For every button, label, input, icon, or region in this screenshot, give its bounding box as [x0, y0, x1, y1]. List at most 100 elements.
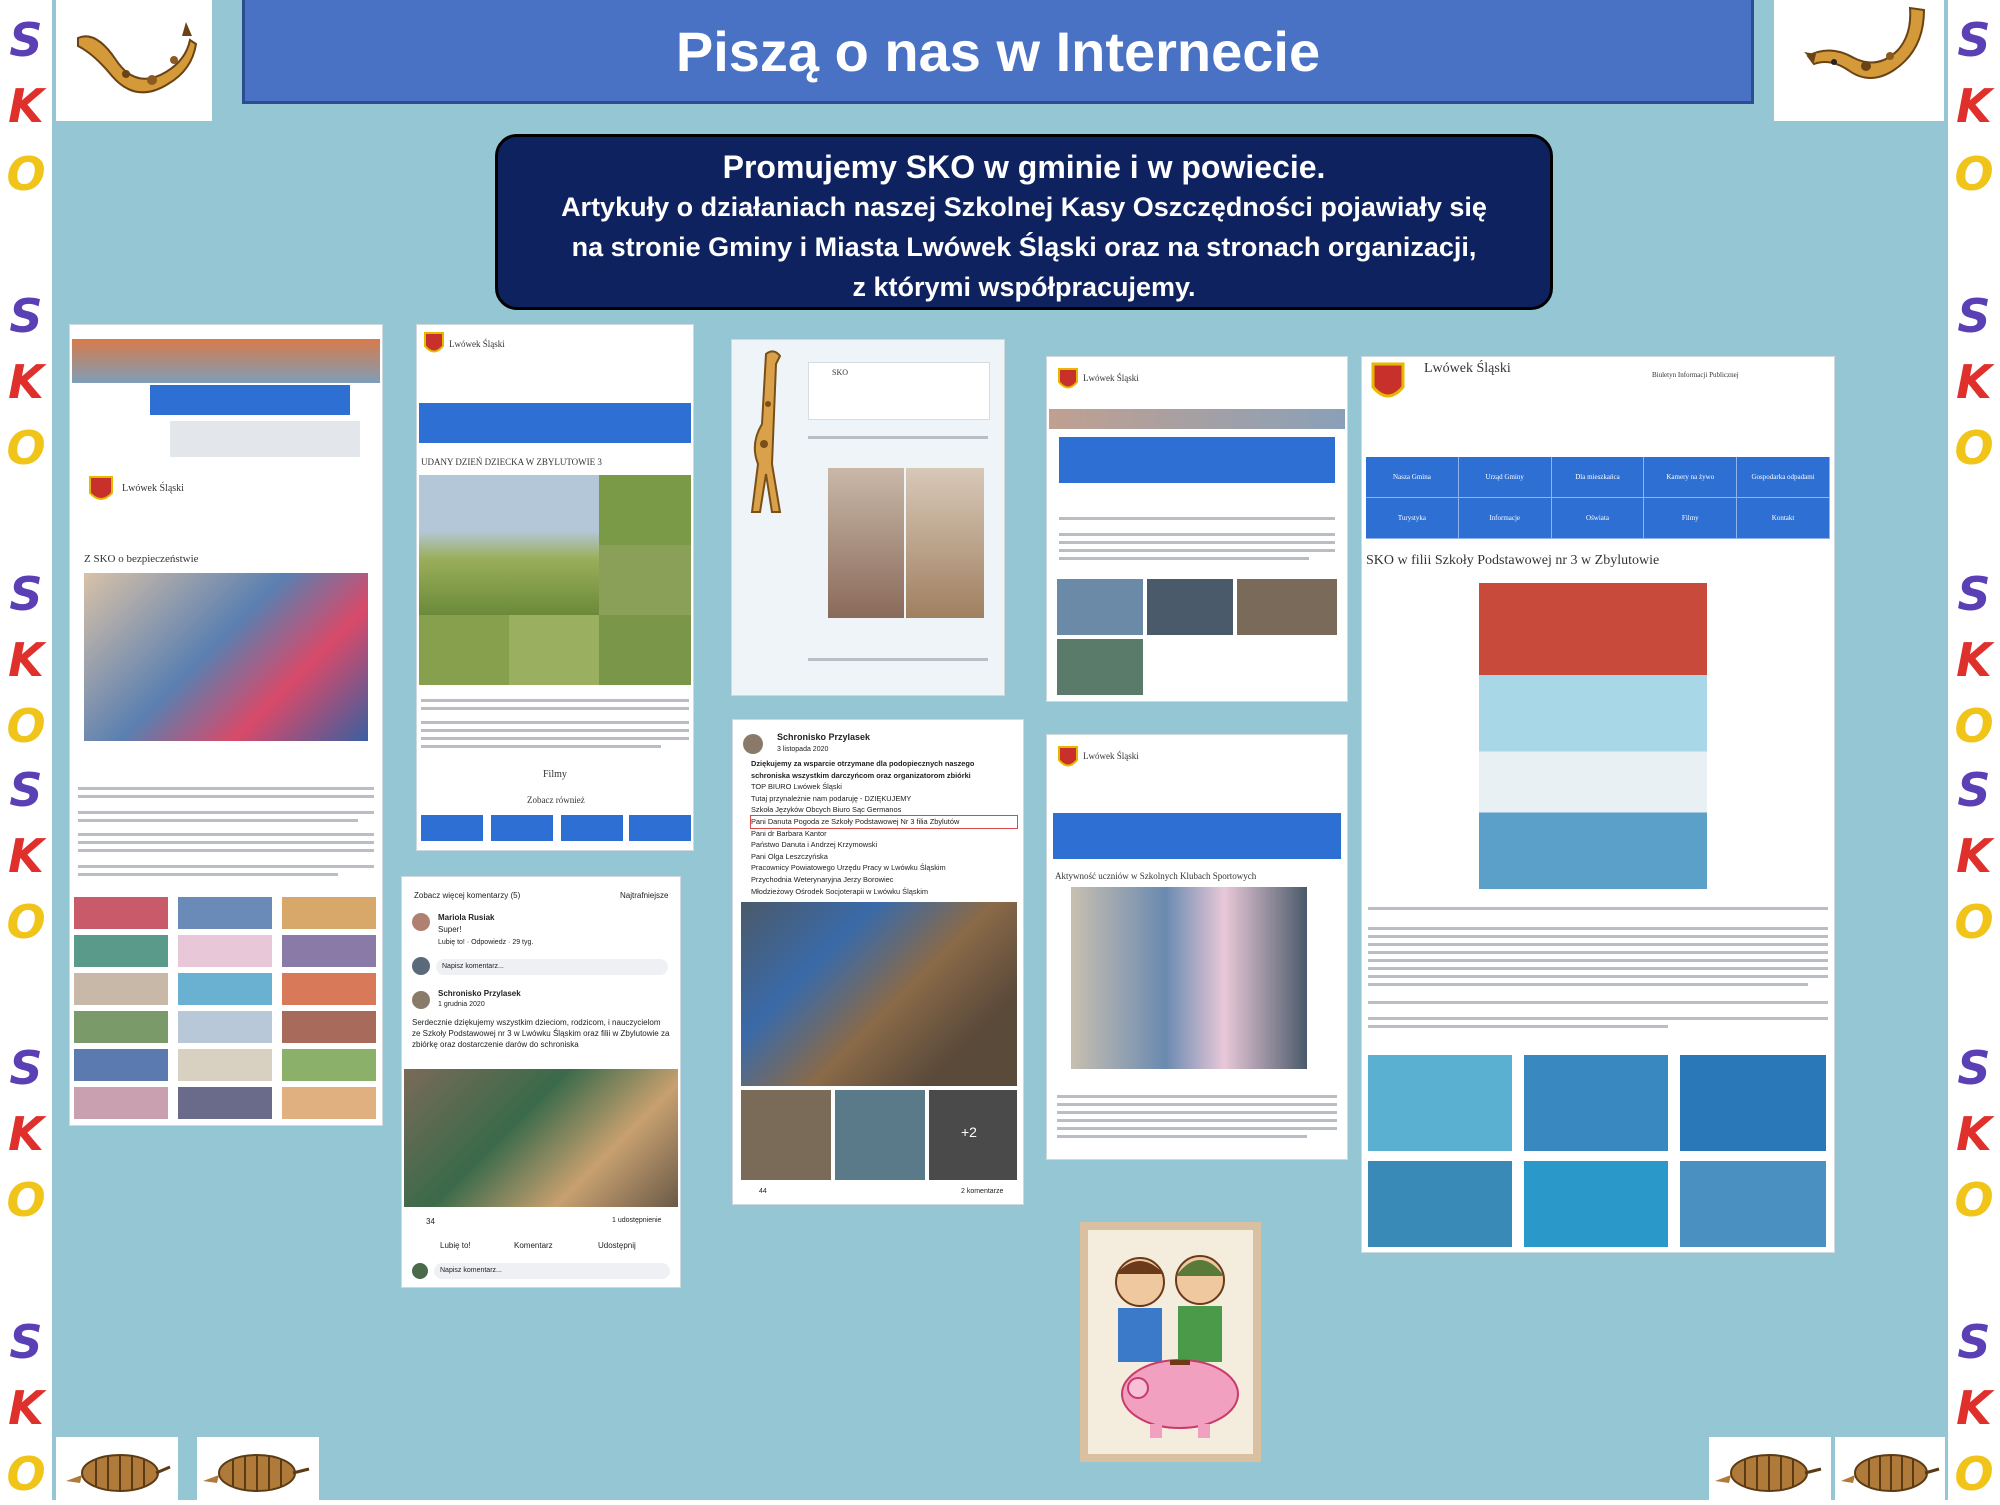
kids-photo — [599, 475, 691, 545]
text-line — [1368, 967, 1828, 970]
gallery-thumbnail[interactable] — [74, 1049, 168, 1081]
gallery-thumbnail[interactable] — [178, 973, 272, 1005]
pool-photo — [1524, 1161, 1668, 1247]
kids-photo — [599, 615, 691, 685]
article-heading: Z SKO o bezpieczeństwie — [84, 553, 199, 565]
article-screenshot-2: Lwówek Śląski UDANY DZIEŃ DZIECKA W ZBYL… — [417, 325, 693, 850]
article-screenshot-1: Lwówek Śląski Z SKO o bezpieczeństwie — [70, 325, 382, 1125]
post-line: Szkoła Języków Obcych Biuro Sąc Germanos — [751, 805, 902, 815]
gallery-thumbnail[interactable] — [282, 1087, 376, 1119]
text-line — [78, 849, 374, 852]
nav-item[interactable]: Gospodarka odpadami — [1737, 457, 1830, 498]
post-line: Młodzieżowy Ośrodek Socjoterapii w Lwówk… — [751, 886, 929, 896]
side-letter: K — [1956, 829, 1992, 883]
gallery-thumbnail[interactable] — [74, 973, 168, 1005]
pool-photo — [1680, 1055, 1826, 1151]
nav-item[interactable]: Kamery na żywo — [1644, 457, 1738, 498]
text-line — [1059, 557, 1309, 560]
side-letter: K — [8, 1107, 44, 1161]
gallery-thumbnail[interactable] — [282, 1011, 376, 1043]
gallery-thumbnail[interactable] — [178, 1087, 272, 1119]
nav-item[interactable]: Urząd Gminy — [1458, 457, 1552, 498]
post-line: Państwo Danuta i Andrzej Krzymowski — [751, 840, 878, 850]
gallery-thumbnail[interactable] — [178, 897, 272, 929]
text-line — [1057, 1111, 1337, 1114]
side-letter: S — [1957, 289, 1991, 343]
nav-item[interactable]: Dla mieszkańca — [1551, 457, 1645, 498]
text-line — [1368, 959, 1828, 962]
side-letter: O — [1954, 1173, 1994, 1227]
nav-item[interactable]: Filmy — [1644, 498, 1738, 539]
gallery-thumbnail[interactable] — [74, 1011, 168, 1043]
like-count: 44 — [759, 1188, 767, 1195]
post-text: Dziękujemy za wsparcie otrzymane dla pod… — [750, 758, 1018, 897]
related-card[interactable] — [561, 815, 623, 841]
side-letter: S — [1957, 763, 1991, 817]
tower-photo — [419, 475, 599, 615]
nav-item[interactable]: Nasza Gmina — [1366, 457, 1459, 498]
side-letter: S — [1957, 1315, 1991, 1369]
pool-photo — [1368, 1161, 1512, 1247]
gallery-thumbnail[interactable] — [74, 1087, 168, 1119]
armadillo-icon — [1841, 1454, 1940, 1492]
side-letter: S — [1957, 567, 1991, 621]
post-line: Tutaj przynależnie nam podaruję - DZIĘKU… — [751, 793, 912, 803]
side-letter: S — [9, 1315, 43, 1369]
coat-of-arms-icon — [424, 332, 444, 353]
gallery-thumbnail[interactable] — [282, 897, 376, 929]
side-letter: K — [8, 633, 44, 687]
post-line: Pani Olga Leszczyńska — [751, 851, 828, 861]
text-line — [1057, 1095, 1337, 1098]
comment-button[interactable]: Komentarz — [514, 1241, 553, 1250]
gallery-thumbnail[interactable] — [178, 1049, 272, 1081]
text-line — [1059, 549, 1335, 552]
nav-item[interactable]: Oświata — [1551, 498, 1645, 539]
text-line — [78, 795, 374, 798]
side-letter: K — [8, 1381, 44, 1435]
gallery-thumbnail[interactable] — [282, 935, 376, 967]
gallery-thumbnail[interactable] — [178, 935, 272, 967]
page-name[interactable]: Schronisko Przylasek — [438, 989, 521, 998]
gallery-thumbnail[interactable] — [74, 897, 168, 929]
nav-bar — [1059, 437, 1335, 483]
gallery-thumbnail[interactable] — [178, 1011, 272, 1043]
related-card[interactable] — [629, 815, 691, 841]
bip-link[interactable]: Biuletyn Informacji Publicznej — [1652, 371, 1739, 379]
nav-item[interactable]: Informacje — [1458, 498, 1552, 539]
event-photo — [1057, 579, 1143, 635]
armadillo-tile-1 — [56, 1437, 178, 1500]
side-letter: K — [1956, 79, 1992, 133]
coat-of-arms-icon — [1371, 362, 1405, 398]
related-card[interactable] — [421, 815, 483, 841]
article-screenshot-8: Lwówek Śląski Aktywność uczniów w Szkoln… — [1047, 735, 1347, 1159]
like-button[interactable]: Lubię to! — [440, 1241, 471, 1250]
comment-input[interactable]: Napisz komentarz... — [436, 959, 668, 975]
gallery-thumbnail[interactable] — [282, 973, 376, 1005]
gallery-thumbnail[interactable] — [282, 1049, 376, 1081]
more-comments-link[interactable]: Zobacz więcej komentarzy (5) — [414, 891, 520, 900]
gallery-thumbnail[interactable] — [74, 935, 168, 967]
nav-item[interactable]: Kontakt — [1737, 498, 1830, 539]
text-line — [1368, 943, 1828, 946]
comment-text: Super! — [438, 925, 462, 934]
side-letter: O — [6, 699, 46, 753]
side-letter: S — [1957, 13, 1991, 67]
comment-input[interactable]: Napisz komentarz... — [434, 1263, 670, 1279]
side-letter: K — [1956, 1107, 1992, 1161]
commenter-name[interactable]: Mariola Rusiak — [438, 913, 494, 922]
related-card[interactable] — [491, 815, 553, 841]
sort-dropdown[interactable]: Najtrafniejsze — [620, 891, 668, 900]
main-nav-items: Nasza Gmina Urząd Gminy Dla mieszkańca Kame… — [1366, 457, 1830, 539]
page-name[interactable]: Schronisko Przylasek — [777, 732, 870, 742]
post-text: Serdecznie dziękujemy wszystkim dzieciom… — [412, 1018, 670, 1049]
text-line — [421, 707, 689, 710]
text-line — [1057, 1127, 1337, 1130]
text-line — [1368, 1001, 1828, 1004]
site-brand: Lwówek Śląski — [1424, 361, 1511, 376]
site-brand: Lwówek Śląski — [1083, 373, 1139, 383]
share-button[interactable]: Udostępnij — [598, 1241, 636, 1250]
nav-item[interactable]: Turystyka — [1366, 498, 1459, 539]
text-line — [1057, 1103, 1337, 1106]
article-screenshot-5: Lwówek Śląski Biuletyn Informacji Public… — [1362, 357, 1834, 1252]
facebook-post-2: Schronisko Przylasek 3 listopada 2020 Dz… — [733, 720, 1023, 1204]
